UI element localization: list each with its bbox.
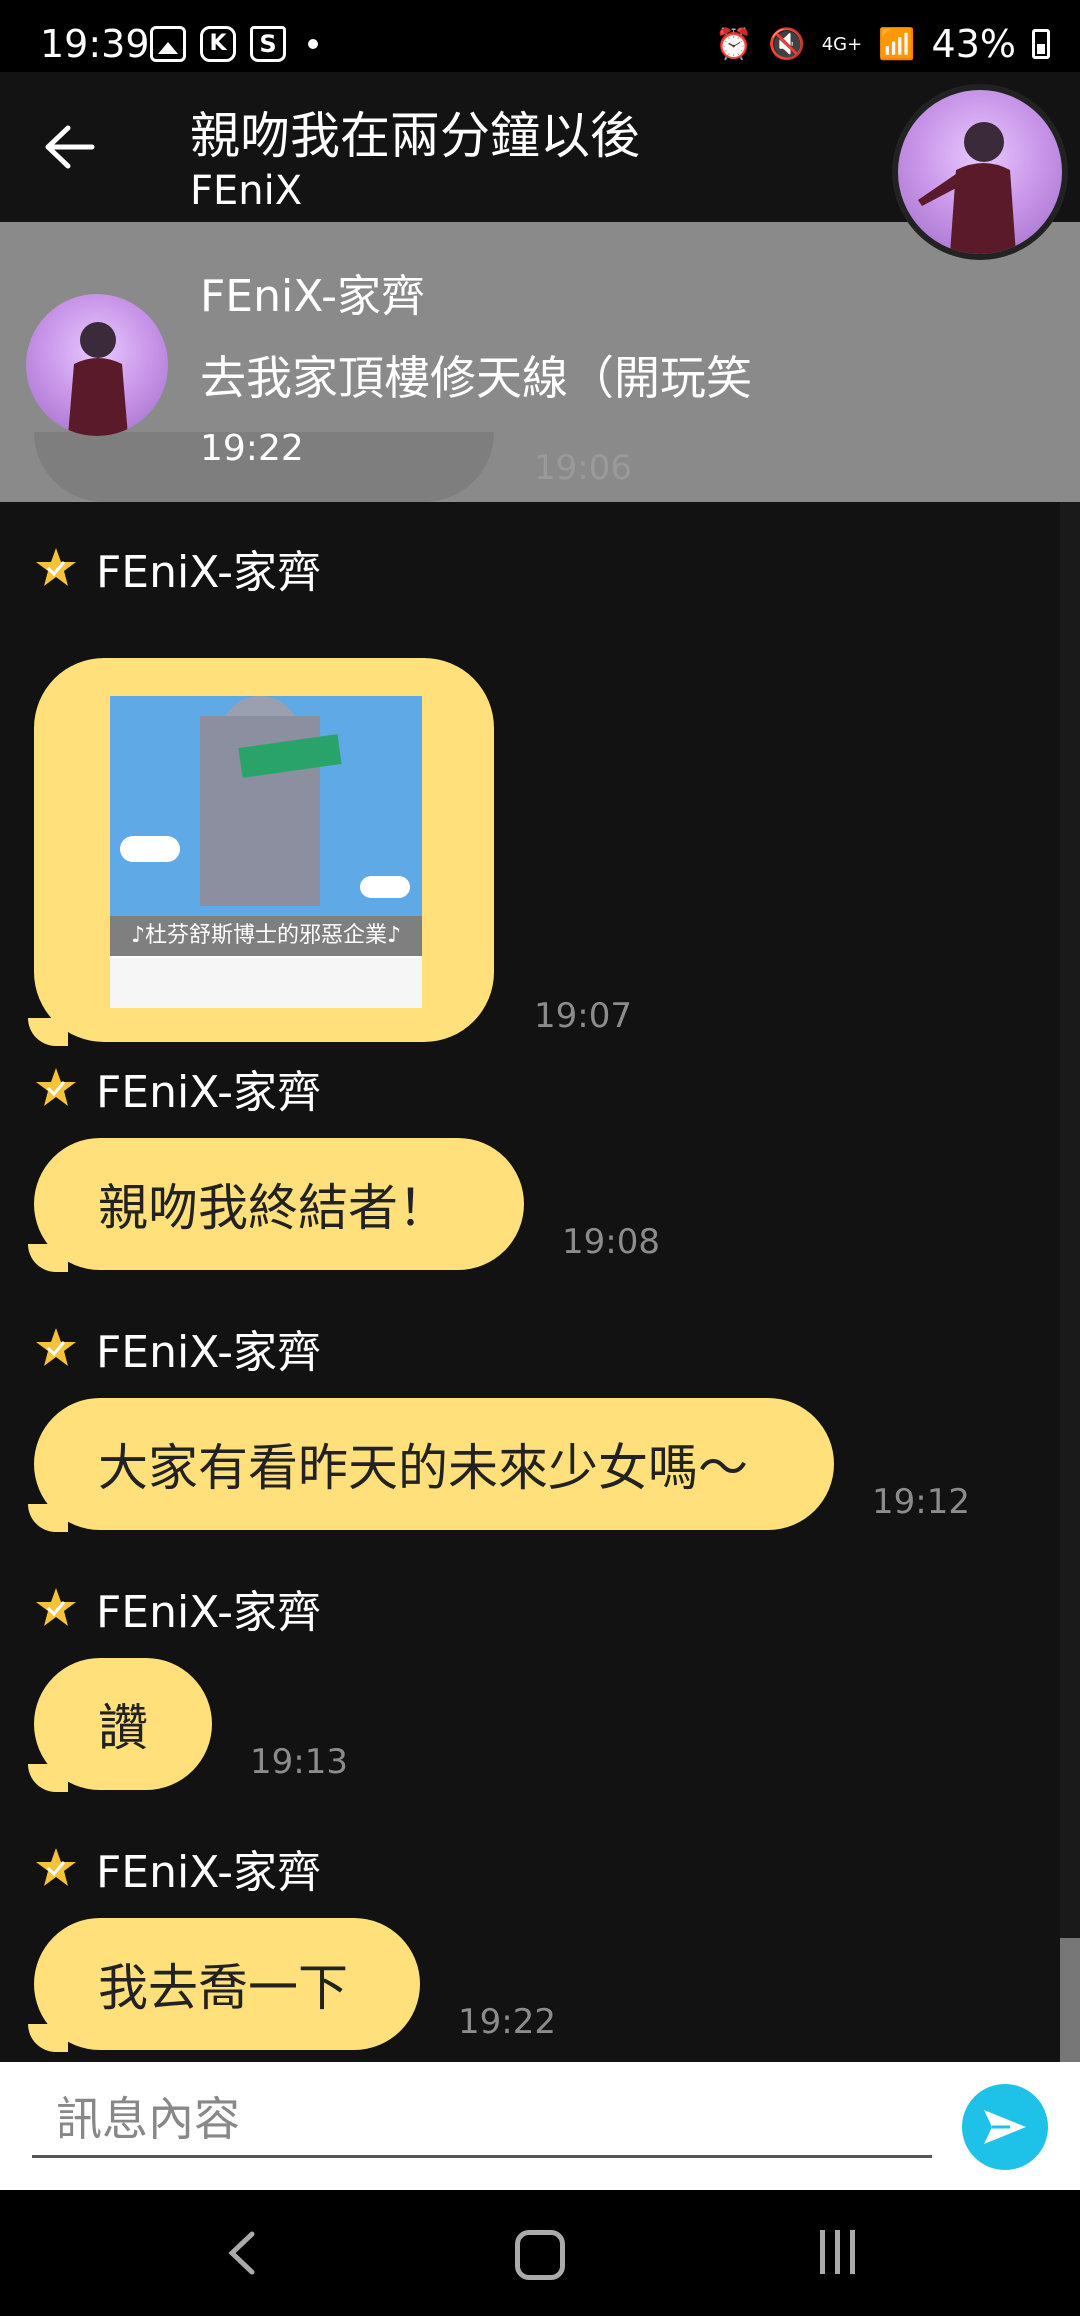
status-bar: 19:39 K S ⏰ 🔇 4G+ 📶 43% bbox=[0, 0, 1080, 72]
nav-back-icon[interactable] bbox=[218, 2228, 268, 2278]
person-silhouette-icon bbox=[918, 122, 1016, 254]
star-icon bbox=[36, 1848, 76, 1886]
message-text: 讚 bbox=[98, 1699, 148, 1757]
network-type: 4G+ bbox=[821, 33, 863, 55]
sender-row: FEniX-家齊 bbox=[34, 1318, 321, 1378]
k-app-icon: K bbox=[200, 26, 236, 62]
image-cloud bbox=[360, 876, 410, 898]
sender-row: FEniX-家齊 bbox=[34, 538, 321, 598]
nav-recents-icon[interactable] bbox=[820, 2230, 855, 2274]
signal-icon: 📶 bbox=[878, 26, 916, 62]
chat-subtitle: FEniX bbox=[190, 168, 303, 214]
message-text: 我去喬一下 bbox=[98, 1959, 348, 2017]
star-icon bbox=[36, 1328, 76, 1366]
message-time: 19:13 bbox=[250, 1742, 348, 1782]
message-text: 大家有看昨天的未來少女嗎～ bbox=[98, 1439, 748, 1497]
person-silhouette-icon bbox=[68, 322, 128, 436]
notification-banner[interactable]: 19:06 FEniX-家齊 去我家頂樓修天線（開玩笑 19:22 bbox=[0, 222, 1080, 502]
list-item: FEniX-家齊 我去喬一下 19:22 bbox=[0, 1838, 1000, 2062]
status-icons-right: ⏰ 🔇 4G+ 📶 43% bbox=[715, 22, 1050, 66]
bubble-tail bbox=[28, 1764, 68, 1792]
meme-image[interactable]: ♪杜芬舒斯博士的邪惡企業♪ bbox=[110, 696, 422, 1008]
battery-icon bbox=[1032, 29, 1050, 59]
star-icon bbox=[36, 1588, 76, 1626]
sender-row: FEniX-家齊 bbox=[34, 1838, 321, 1898]
more-notifications-dot-icon bbox=[308, 39, 318, 49]
mute-icon: 🔇 bbox=[768, 26, 806, 62]
sender-row: FEniX-家齊 bbox=[34, 1578, 321, 1638]
sender-row: FEniX-家齊 bbox=[34, 1058, 321, 1118]
message-text: 親吻我終結者！ bbox=[98, 1179, 448, 1237]
bubble-tail bbox=[28, 1244, 68, 1272]
chat-title: 親吻我在兩分鐘以後 bbox=[190, 107, 640, 165]
alarm-icon: ⏰ bbox=[714, 26, 753, 62]
message-bubble[interactable]: 大家有看昨天的未來少女嗎～ bbox=[34, 1398, 834, 1530]
bubble-tail bbox=[28, 1504, 68, 1532]
image-footer bbox=[110, 958, 422, 1008]
sender-name: FEniX-家齊 bbox=[96, 1067, 322, 1118]
notification-avatar bbox=[26, 294, 168, 436]
star-icon bbox=[36, 548, 76, 586]
nav-home-icon[interactable] bbox=[515, 2230, 565, 2280]
sender-name: FEniX-家齊 bbox=[96, 1327, 322, 1378]
status-time: 19:39 bbox=[40, 22, 150, 66]
message-input[interactable] bbox=[32, 2082, 932, 2158]
list-item: FEniX-家齊 大家有看昨天的未來少女嗎～ 19:12 bbox=[0, 1318, 1000, 1558]
image-bubble[interactable]: ♪杜芬舒斯博士的邪惡企業♪ bbox=[34, 658, 494, 1042]
gallery-icon bbox=[150, 26, 186, 62]
system-nav-bar bbox=[0, 2190, 1080, 2316]
image-cloud bbox=[120, 836, 180, 862]
bubble-tail bbox=[28, 1018, 68, 1046]
message-time: 19:08 bbox=[562, 1222, 660, 1262]
sender-name: FEniX-家齊 bbox=[96, 1847, 322, 1898]
status-icons-left: K S bbox=[150, 26, 318, 62]
message-list[interactable]: FEniX-家齊 ♪杜芬舒斯博士的邪惡企業♪ 19:07 FEniX-家齊 親吻… bbox=[0, 502, 1060, 2062]
message-bubble[interactable]: 我去喬一下 bbox=[34, 1918, 420, 2050]
list-item: FEniX-家齊 讚 19:13 bbox=[0, 1578, 1000, 1818]
bubble-tail bbox=[28, 2024, 68, 2052]
send-icon bbox=[984, 2110, 1026, 2144]
sender-name: FEniX-家齊 bbox=[96, 1587, 322, 1638]
composer bbox=[0, 2062, 1080, 2190]
chat-avatar[interactable] bbox=[892, 84, 1068, 260]
shopping-bag-icon: S bbox=[250, 26, 286, 62]
notification-text: 去我家頂樓修天線（開玩笑 bbox=[200, 351, 752, 405]
message-time: 19:22 bbox=[458, 2002, 556, 2042]
scrollbar-thumb[interactable] bbox=[1060, 1938, 1080, 2062]
notification-time: 19:22 bbox=[200, 428, 304, 469]
battery-percent: 43% bbox=[931, 22, 1016, 66]
list-item: FEniX-家齊 ♪杜芬舒斯博士的邪惡企業♪ 19:07 bbox=[0, 538, 1000, 1058]
send-button[interactable] bbox=[962, 2084, 1048, 2170]
message-time: 19:07 bbox=[534, 996, 632, 1036]
image-caption: ♪杜芬舒斯博士的邪惡企業♪ bbox=[110, 916, 422, 956]
notification-sender: FEniX-家齊 bbox=[200, 271, 426, 322]
message-bubble[interactable]: 親吻我終結者！ bbox=[34, 1138, 524, 1270]
scrollbar-track[interactable] bbox=[1060, 502, 1080, 2062]
star-icon bbox=[36, 1068, 76, 1106]
sender-name: FEniX-家齊 bbox=[96, 547, 322, 598]
hidden-message-time: 19:06 bbox=[534, 448, 632, 488]
back-arrow-icon[interactable] bbox=[40, 122, 100, 172]
list-item: FEniX-家齊 親吻我終結者！ 19:08 bbox=[0, 1058, 1000, 1298]
message-time: 19:12 bbox=[872, 1482, 970, 1522]
